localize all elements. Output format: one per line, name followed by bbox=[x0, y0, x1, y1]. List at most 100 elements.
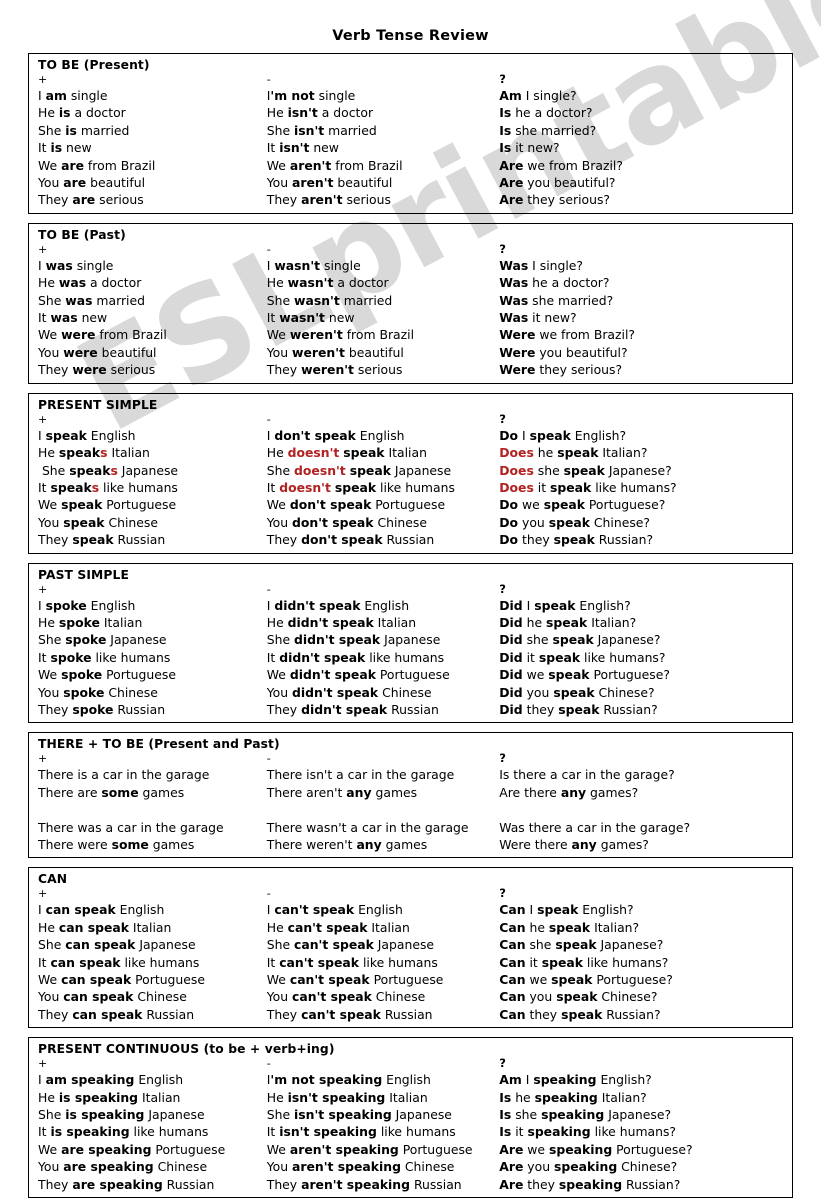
emphasis-red: s bbox=[91, 479, 100, 495]
sentence-negative: They can't speak Russian bbox=[266, 1006, 433, 1022]
emphasis-bold: spoke bbox=[63, 684, 105, 700]
sentence-negative: He wasn't a doctor bbox=[266, 275, 389, 291]
sentence-negative: There weren't any games bbox=[266, 837, 428, 852]
emphasis-bold: aren't bbox=[301, 192, 343, 208]
sentence-negative: I don't speak English bbox=[266, 427, 405, 443]
sentence-negative: We aren't speaking Portuguese bbox=[266, 1141, 473, 1157]
emphasis-bold: speak bbox=[349, 462, 391, 478]
emphasis-bold: speaking bbox=[554, 1159, 618, 1175]
emphasis-bold: speak bbox=[343, 445, 385, 461]
emphasis-red: Does bbox=[499, 479, 534, 495]
sentence-positive: They can speak Russian bbox=[38, 1006, 195, 1022]
sentence-positive: You were beautiful bbox=[38, 344, 157, 360]
section-title: PRESENT CONTINUOUS (to be + verb+ing) bbox=[38, 1042, 335, 1057]
column-sign-positive: + bbox=[38, 73, 48, 86]
emphasis-bold: don't speak bbox=[274, 427, 356, 443]
sentence-negative: You don't speak Chinese bbox=[266, 514, 427, 530]
emphasis-bold: don't speak bbox=[292, 514, 374, 530]
emphasis-bold: speak bbox=[555, 937, 597, 953]
sentence-positive: They are speaking Russian bbox=[38, 1176, 215, 1192]
emphasis-bold: speak bbox=[541, 954, 583, 970]
emphasis-bold: Do bbox=[499, 532, 519, 548]
section-columns: + I spoke English He spoke Italian She spok… bbox=[29, 581, 792, 719]
sentence-question bbox=[499, 801, 788, 818]
sentence-positive: It spoke like humans bbox=[38, 649, 171, 665]
emphasis-bold: wasn't bbox=[274, 257, 321, 273]
emphasis-bold: aren't speaking bbox=[292, 1159, 401, 1175]
sentence-question: Am I single? bbox=[499, 88, 577, 103]
emphasis-bold: speak bbox=[534, 597, 576, 613]
sentence-question: Was he a doctor? bbox=[499, 275, 610, 291]
sentence-negative: I can't speak English bbox=[266, 902, 403, 918]
sentence-negative: I'm not single bbox=[266, 88, 356, 103]
emphasis-bold: are speaking bbox=[72, 1176, 163, 1192]
sentence-positive: They spoke Russian bbox=[38, 701, 166, 717]
emphasis-bold: Are bbox=[499, 157, 524, 173]
column-sign-negative: - bbox=[266, 242, 271, 256]
sentence-negative: You didn't speak Chinese bbox=[266, 684, 432, 700]
column-negative: - I'm not single He isn't a doctor She isn'… bbox=[267, 73, 500, 209]
sentence-question: Can I speak English? bbox=[499, 902, 634, 918]
sentence-question: Did I speak English? bbox=[499, 597, 631, 613]
emphasis-bold: wasn't bbox=[287, 275, 334, 291]
sentence-positive: He is a doctor bbox=[38, 105, 126, 121]
emphasis-bold: are speaking bbox=[63, 1159, 154, 1175]
emphasis-bold: 'm not bbox=[270, 88, 315, 103]
section-6: CAN + I can speak English He can speak Ital… bbox=[28, 867, 793, 1029]
emphasis-bold: is bbox=[50, 140, 63, 156]
emphasis-bold: didn't speak bbox=[287, 614, 374, 630]
emphasis-bold: Is bbox=[499, 1107, 512, 1123]
emphasis-bold: speaking bbox=[534, 1089, 598, 1105]
emphasis-bold: Is bbox=[499, 1089, 512, 1105]
sentence-question: Do we speak Portuguese? bbox=[499, 497, 666, 513]
emphasis-bold: Are bbox=[499, 1141, 524, 1157]
sentence-positive: She is speaking Japanese bbox=[38, 1107, 205, 1123]
column-positive: + I am single He is a doctor She is married… bbox=[38, 73, 267, 209]
column-sign-question: ? bbox=[499, 581, 506, 596]
column-positive: + I spoke English He spoke Italian She spok… bbox=[38, 583, 267, 719]
emphasis-bold: Were bbox=[499, 344, 536, 360]
sentence-question: Can we speak Portuguese? bbox=[499, 972, 673, 988]
emphasis-bold: speaking bbox=[549, 1141, 613, 1157]
sentence-positive: I speak English bbox=[38, 427, 136, 443]
sentence-positive: You speak Chinese bbox=[38, 514, 158, 530]
emphasis-bold: speak bbox=[546, 614, 588, 630]
emphasis-bold: didn't speak bbox=[292, 684, 379, 700]
emphasis-bold: Did bbox=[499, 632, 523, 648]
sentence-question: Did we speak Portuguese? bbox=[499, 667, 670, 683]
emphasis-bold: speak bbox=[50, 479, 92, 495]
sentence-positive: She was married bbox=[38, 292, 145, 308]
emphasis-bold: speaking bbox=[541, 1107, 605, 1123]
sentence-negative: She can't speak Japanese bbox=[266, 937, 435, 953]
column-question: ? Do I speak English? Does he speak Italia… bbox=[499, 412, 788, 549]
sentence-negative: We aren't from Brazil bbox=[266, 157, 403, 173]
emphasis-bold: Was bbox=[499, 257, 529, 273]
sentence-question: Can she speak Japanese? bbox=[499, 937, 664, 953]
emphasis-bold: speak bbox=[557, 445, 599, 461]
sentence-positive: We are from Brazil bbox=[38, 157, 156, 173]
sentence-question: Were they serious? bbox=[499, 362, 623, 378]
emphasis-bold: Was bbox=[499, 310, 529, 326]
emphasis-bold: was bbox=[58, 275, 87, 291]
emphasis-bold: some bbox=[101, 784, 139, 800]
section-columns: + I am speaking English He is speaking Ita… bbox=[29, 1057, 792, 1193]
sentence-negative: It didn't speak like humans bbox=[266, 649, 445, 665]
sentence-question: Was it new? bbox=[499, 310, 577, 326]
sentence-question: Are there any games? bbox=[499, 784, 639, 800]
emphasis-bold: speak bbox=[334, 479, 377, 495]
sentence-question: Did she speak Japanese? bbox=[499, 632, 661, 648]
sentence-positive: I am speaking English bbox=[38, 1072, 184, 1088]
column-sign-question: ? bbox=[499, 1056, 506, 1071]
emphasis-red: s bbox=[100, 445, 108, 461]
emphasis-bold: isn't speaking bbox=[294, 1107, 392, 1123]
emphasis-bold: speak bbox=[553, 532, 595, 548]
sentence-positive: It is speaking like humans bbox=[38, 1124, 209, 1140]
emphasis-bold: was bbox=[50, 310, 78, 326]
section-columns: + I speak English He speaks Italian She sp… bbox=[29, 412, 792, 549]
sentence-question: Is she speaking Japanese? bbox=[499, 1107, 672, 1123]
section-5: THERE + TO BE (Present and Past) + There i… bbox=[28, 732, 793, 859]
sentence-positive: There is a car in the garage bbox=[38, 767, 210, 783]
emphasis-bold: Can bbox=[499, 954, 526, 970]
emphasis-bold: speak bbox=[552, 632, 594, 648]
sentence-positive: He speaks Italian bbox=[38, 445, 150, 461]
